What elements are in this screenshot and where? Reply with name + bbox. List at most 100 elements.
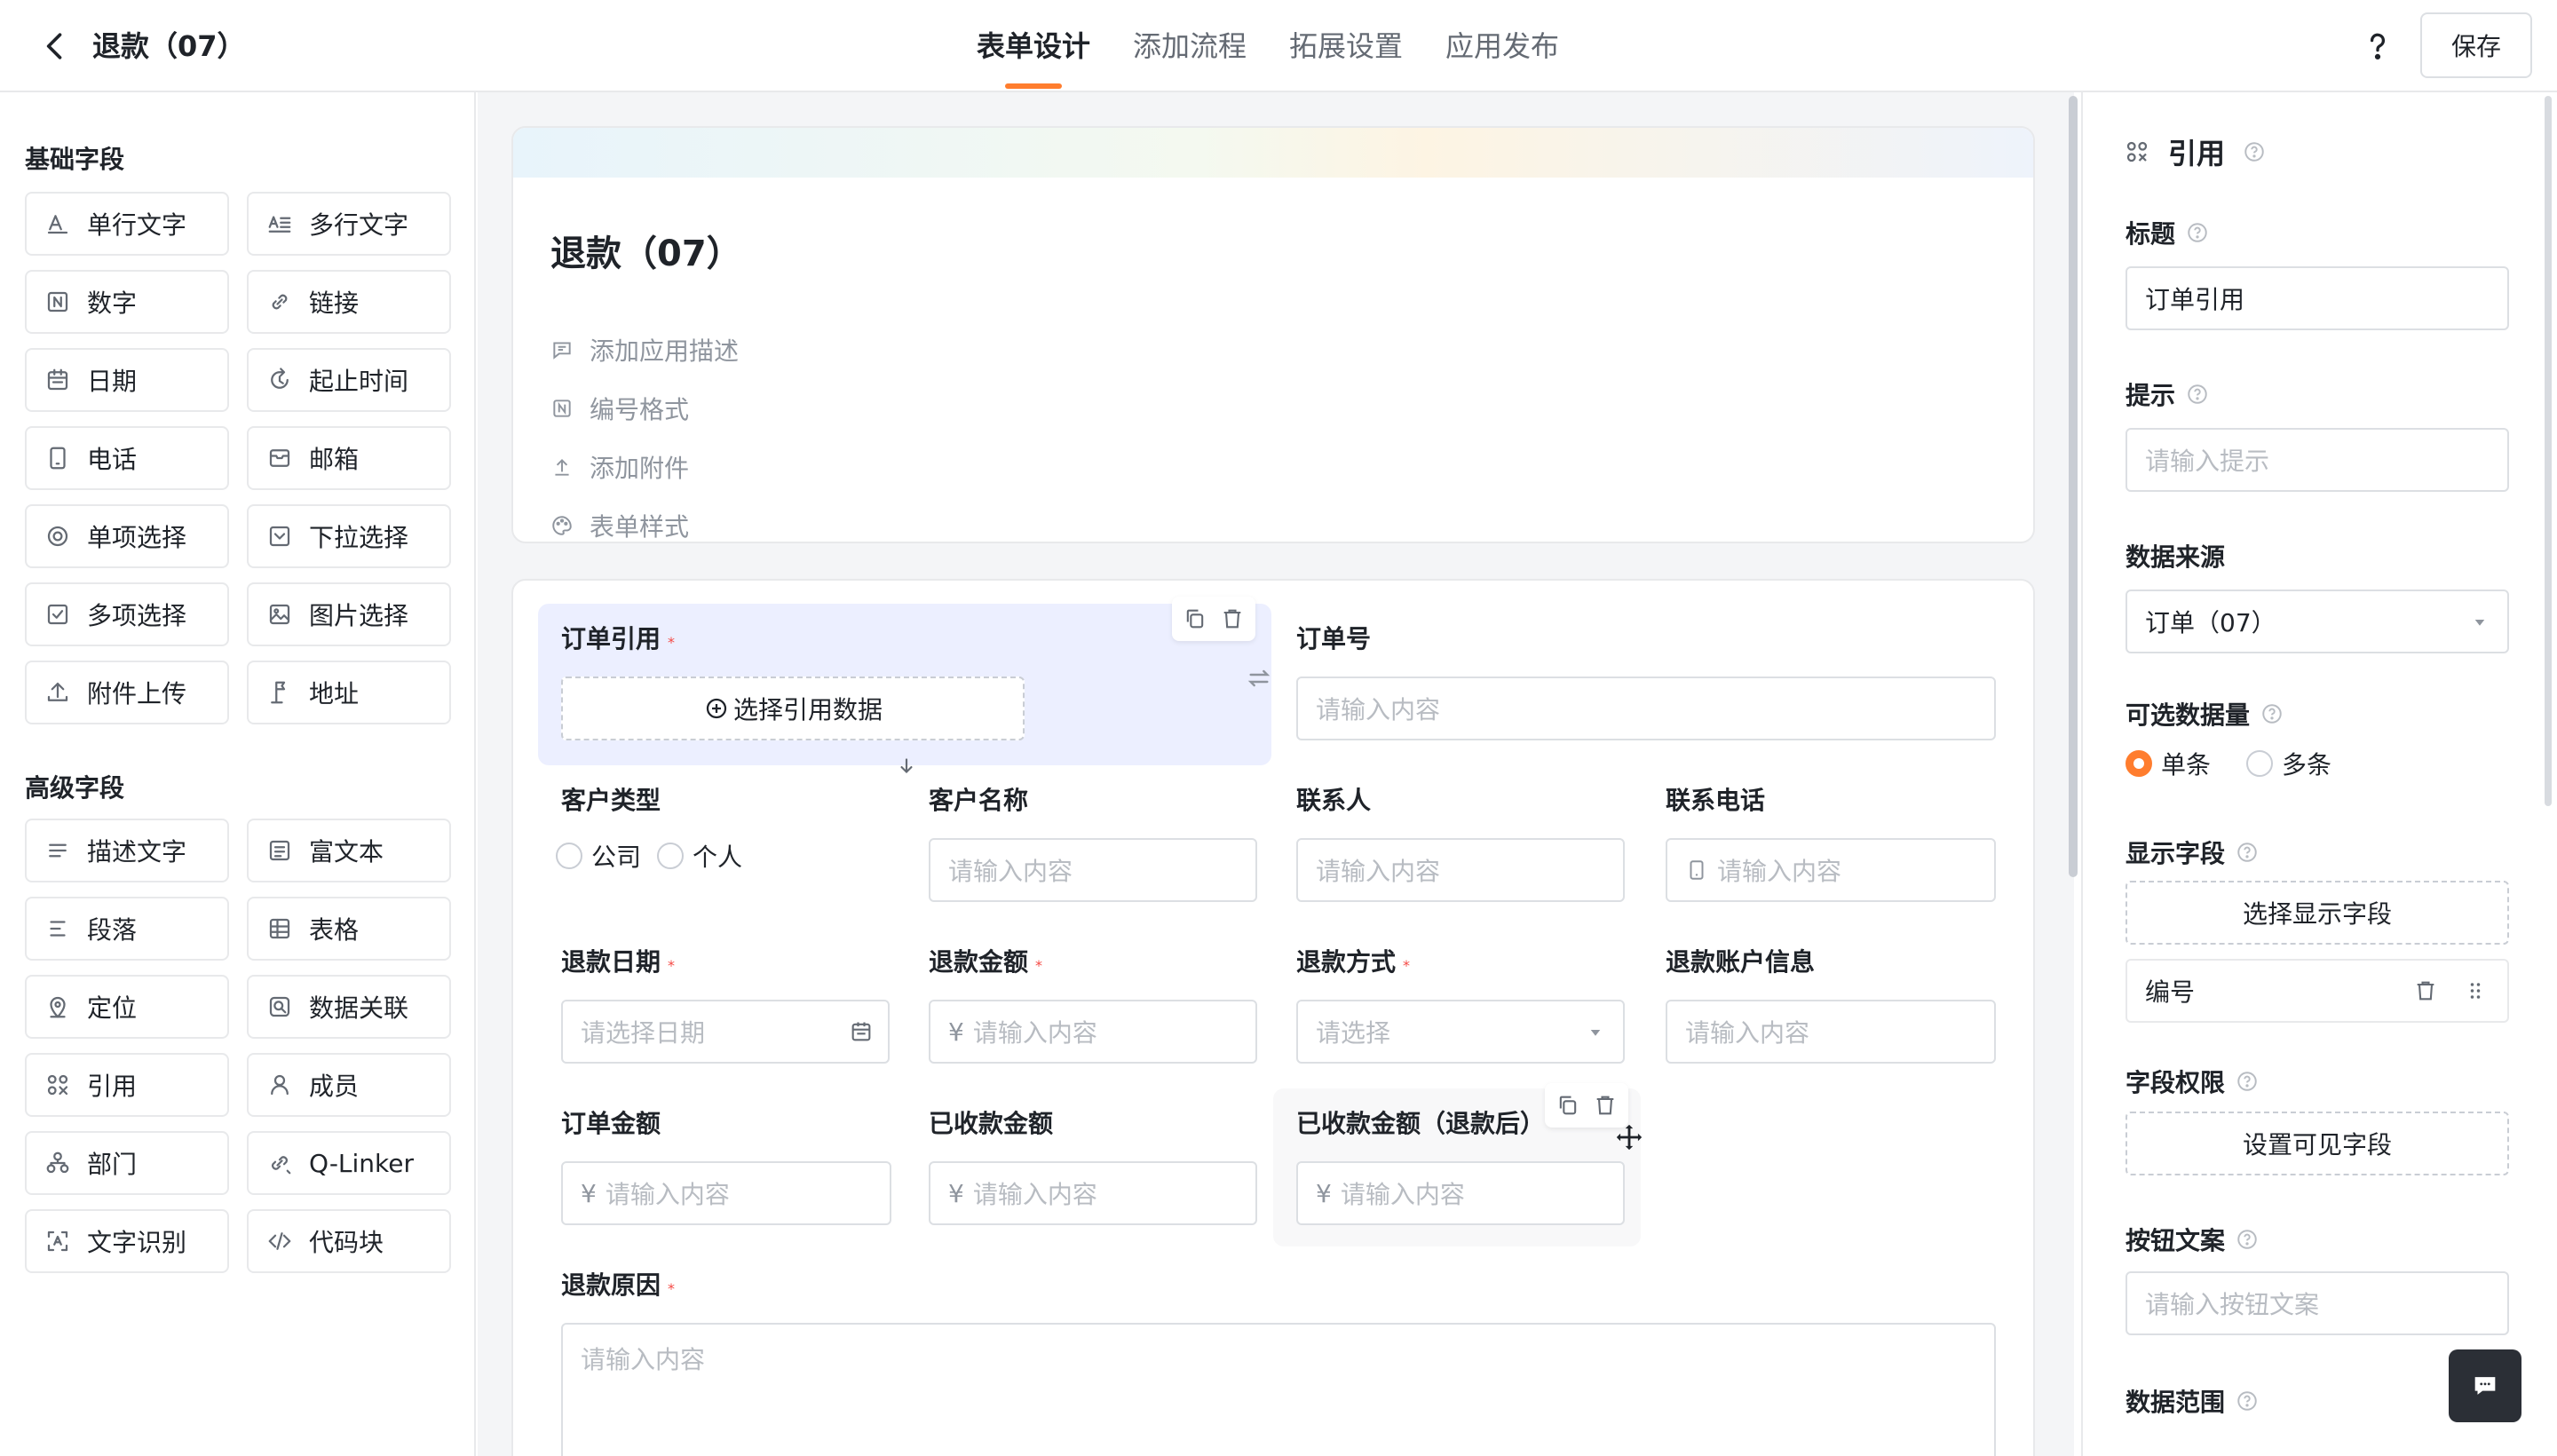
- radio-label: 个人: [693, 843, 743, 872]
- field-chip-table[interactable]: 表格: [247, 897, 451, 961]
- refund-account-input[interactable]: 请输入内容: [1666, 1000, 1996, 1064]
- field-chip-multi-line-text[interactable]: 多行文字: [247, 192, 451, 256]
- field-chip-label: 段落: [87, 915, 138, 945]
- field-chip-label: 链接: [309, 289, 360, 318]
- swap-icon[interactable]: [1245, 664, 1273, 692]
- received-after-input[interactable]: ¥ 请输入内容: [1296, 1161, 1625, 1225]
- data-range-label: 数据范围: [2126, 1383, 2259, 1419]
- field-chip-time-range[interactable]: 起止时间: [247, 348, 451, 412]
- field-chip-location[interactable]: 定位: [25, 975, 229, 1039]
- drag-handle-icon[interactable]: [2463, 978, 2488, 1003]
- field-chip-checkbox[interactable]: 多项选择: [25, 582, 229, 646]
- field-chip-email[interactable]: 邮箱: [247, 426, 451, 490]
- form-title[interactable]: 退款（07）: [550, 227, 742, 281]
- description-icon: [49, 843, 67, 858]
- field-chip-department[interactable]: 部门: [25, 1131, 229, 1195]
- field-chip-data-link[interactable]: 数据关联: [247, 975, 451, 1039]
- radio-individual[interactable]: 个人: [657, 838, 742, 874]
- chat-button[interactable]: [2449, 1349, 2521, 1422]
- tab-form-design[interactable]: 表单设计: [977, 0, 1090, 92]
- add-description-link[interactable]: 添加应用描述: [550, 332, 739, 368]
- data-source-select[interactable]: 订单（07）: [2126, 590, 2509, 653]
- trash-icon[interactable]: [2413, 978, 2438, 1003]
- hint-label: 提示: [2126, 376, 2209, 412]
- input-placeholder: 请输入内容: [948, 857, 1073, 886]
- field-chip-rich-text[interactable]: 富文本: [247, 819, 451, 882]
- contact-phone-input[interactable]: 请输入内容: [1666, 838, 1996, 902]
- field-chip-upload[interactable]: 附件上传: [25, 661, 229, 724]
- refund-reason-textarea[interactable]: 请输入内容: [561, 1323, 1996, 1456]
- received-amount-input[interactable]: ¥ 请输入内容: [929, 1161, 1257, 1225]
- field-chip-code[interactable]: 代码块: [247, 1209, 451, 1273]
- form-style-link[interactable]: 表单样式: [550, 508, 689, 542]
- multi-line-text-icon: [268, 216, 291, 233]
- radio-multiple[interactable]: 多条: [2246, 746, 2331, 781]
- field-chip-address[interactable]: 地址: [247, 661, 451, 724]
- trash-icon[interactable]: [1593, 1093, 1618, 1118]
- field-chip-radio[interactable]: 单项选择: [25, 504, 229, 568]
- field-chip-date[interactable]: 日期: [25, 348, 229, 412]
- copy-icon[interactable]: [1183, 606, 1207, 631]
- help-button[interactable]: [2358, 27, 2397, 66]
- order-no-input[interactable]: 请输入内容: [1296, 677, 1996, 740]
- back-button[interactable]: [36, 27, 75, 66]
- field-chip-link[interactable]: 链接: [247, 270, 451, 334]
- field-chip-member[interactable]: 成员: [247, 1053, 451, 1117]
- input-placeholder: 请输入内容: [1316, 857, 1441, 886]
- refund-date-input[interactable]: 请选择日期: [561, 1000, 890, 1064]
- customer-type-field: 客户类型: [561, 783, 661, 819]
- field-chip-reference[interactable]: 引用: [25, 1053, 229, 1117]
- radio-company[interactable]: 公司: [556, 838, 641, 874]
- refund-amount-input[interactable]: ¥ 请输入内容: [929, 1000, 1257, 1064]
- field-chip-phone[interactable]: 电话: [25, 426, 229, 490]
- add-attachment-link[interactable]: 添加附件: [550, 449, 689, 485]
- required-mark: *: [1035, 957, 1043, 974]
- field-chip-image[interactable]: 图片选择: [247, 582, 451, 646]
- customer-name-input[interactable]: 请输入内容: [929, 838, 1257, 902]
- question-circle-icon[interactable]: [2243, 140, 2266, 163]
- copy-icon[interactable]: [1556, 1093, 1580, 1118]
- trash-icon[interactable]: [1220, 606, 1245, 631]
- hint-input[interactable]: 请输入提示: [2126, 428, 2509, 492]
- arrow-down-icon[interactable]: [895, 755, 918, 778]
- tab-add-flow[interactable]: 添加流程: [1133, 0, 1247, 92]
- field-chip-ocr[interactable]: 文字识别: [25, 1209, 229, 1273]
- set-visible-fields-button[interactable]: 设置可见字段: [2126, 1112, 2509, 1175]
- display-field-item[interactable]: 编号: [2126, 959, 2509, 1023]
- title-input[interactable]: 订单引用: [2126, 266, 2509, 330]
- field-chip-number[interactable]: 数字: [25, 270, 229, 334]
- field-chip-description[interactable]: 描述文字: [25, 819, 229, 882]
- required-mark: *: [668, 957, 676, 974]
- question-circle-icon[interactable]: [2236, 1070, 2259, 1093]
- dropdown-icon: [269, 526, 290, 547]
- question-circle-icon[interactable]: [2260, 702, 2284, 725]
- question-circle-icon[interactable]: [2236, 1389, 2259, 1412]
- form-header-card: 退款（07） 添加应用描述 编号格式 添加附件 表单样式: [511, 126, 2035, 543]
- tab-app-publish[interactable]: 应用发布: [1445, 0, 1559, 92]
- upload-icon: [47, 682, 68, 701]
- radio-single[interactable]: 单条: [2126, 746, 2211, 781]
- select-display-fields-button[interactable]: 选择显示字段: [2126, 881, 2509, 945]
- properties-scrollbar[interactable]: [2545, 96, 2552, 806]
- canvas-scrollbar[interactable]: [2069, 96, 2078, 877]
- field-chip-paragraph[interactable]: 段落: [25, 897, 229, 961]
- field-chip-label: 代码块: [309, 1228, 384, 1257]
- question-circle-icon[interactable]: [2186, 221, 2209, 244]
- question-circle-icon[interactable]: [2236, 841, 2259, 864]
- order-amount-input[interactable]: ¥ 请输入内容: [561, 1161, 891, 1225]
- refund-method-select[interactable]: 请选择: [1296, 1000, 1625, 1064]
- field-chip-q-linker[interactable]: Q-Linker: [247, 1131, 451, 1195]
- tab-extension-settings[interactable]: 拓展设置: [1289, 0, 1403, 92]
- question-circle-icon[interactable]: [2186, 383, 2209, 406]
- field-chip-dropdown[interactable]: 下拉选择: [247, 504, 451, 568]
- select-reference-data-button[interactable]: 选择引用数据: [561, 677, 1025, 740]
- question-circle-icon[interactable]: [2236, 1228, 2259, 1251]
- save-button[interactable]: 保存: [2420, 12, 2532, 78]
- field-chip-single-line-text[interactable]: 单行文字: [25, 192, 229, 256]
- main-tabs: 表单设计 添加流程 拓展设置 应用发布: [977, 0, 1559, 92]
- contact-input[interactable]: 请输入内容: [1296, 838, 1625, 902]
- button-text-input[interactable]: 请输入按钮文案: [2126, 1271, 2509, 1335]
- number-format-link[interactable]: 编号格式: [550, 391, 689, 426]
- field-label: 已收款金额（退款后）: [1296, 1109, 1546, 1138]
- field-label: 退款原因: [561, 1270, 661, 1300]
